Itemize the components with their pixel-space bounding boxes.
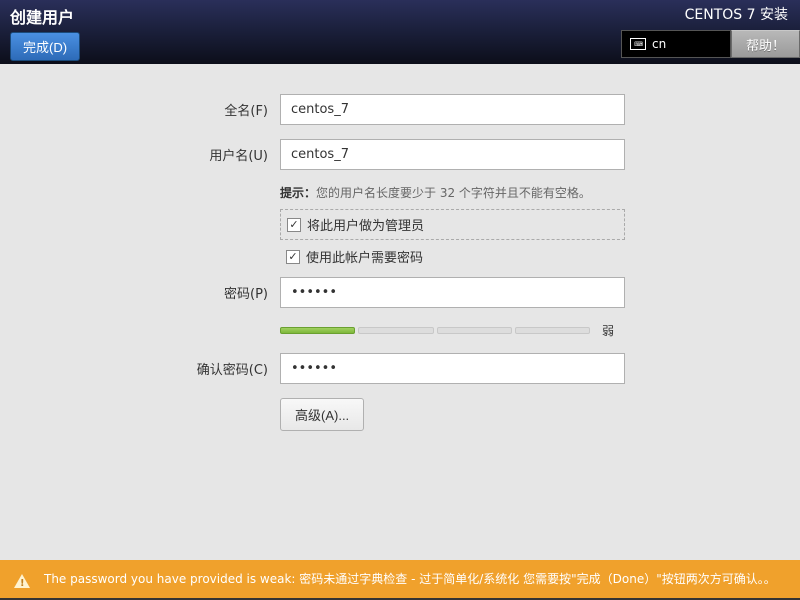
strength-segment-4 <box>515 327 590 334</box>
keyboard-layout-selector[interactable]: ⌨ cn <box>621 30 731 58</box>
done-button[interactable]: 完成(D) <box>10 32 80 61</box>
header-controls: ⌨ cn 帮助！ <box>621 30 800 58</box>
keyboard-icon: ⌨ <box>630 38 646 50</box>
username-input[interactable] <box>280 139 625 170</box>
username-label: 用户名(U) <box>50 145 280 164</box>
advanced-button[interactable]: 高级(A)... <box>280 398 364 431</box>
help-button[interactable]: 帮助！ <box>731 30 800 58</box>
header-left: 创建用户 完成(D) <box>0 0 90 64</box>
user-creation-form: 全名(F) 用户名(U) 提示：您的用户名长度要少于 32 个字符并且不能有空格… <box>0 64 800 431</box>
strength-segment-3 <box>437 327 512 334</box>
page-title: 创建用户 <box>10 4 80 28</box>
require-password-checkbox[interactable]: ✓ <box>286 250 300 264</box>
fullname-label: 全名(F) <box>50 100 280 119</box>
strength-segment-1 <box>280 327 355 334</box>
password-label: 密码(P) <box>50 283 280 302</box>
require-password-row[interactable]: ✓ 使用此帐户需要密码 <box>280 242 625 271</box>
fullname-input[interactable] <box>280 94 625 125</box>
warning-icon <box>14 574 30 588</box>
installer-header: 创建用户 完成(D) CENTOS 7 安装 ⌨ cn 帮助！ <box>0 0 800 64</box>
header-right: CENTOS 7 安装 ⌨ cn 帮助！ <box>621 0 800 64</box>
strength-segment-2 <box>358 327 433 334</box>
admin-checkbox[interactable]: ✓ <box>287 218 301 232</box>
keyboard-layout-label: cn <box>652 37 666 51</box>
confirm-password-input[interactable] <box>280 353 625 384</box>
warning-text: The password you have provided is weak: … <box>44 570 776 588</box>
password-strength-meter: 弱 <box>280 322 625 339</box>
strength-label: 弱 <box>602 322 614 339</box>
warning-bar: The password you have provided is weak: … <box>0 560 800 600</box>
require-password-label: 使用此帐户需要密码 <box>306 247 423 266</box>
install-title: CENTOS 7 安装 <box>685 4 800 24</box>
username-hint: 提示：您的用户名长度要少于 32 个字符并且不能有空格。 <box>280 184 625 201</box>
password-input[interactable] <box>280 277 625 308</box>
confirm-password-label: 确认密码(C) <box>50 359 280 378</box>
admin-checkbox-label: 将此用户做为管理员 <box>307 215 424 234</box>
admin-checkbox-row[interactable]: ✓ 将此用户做为管理员 <box>280 209 625 240</box>
